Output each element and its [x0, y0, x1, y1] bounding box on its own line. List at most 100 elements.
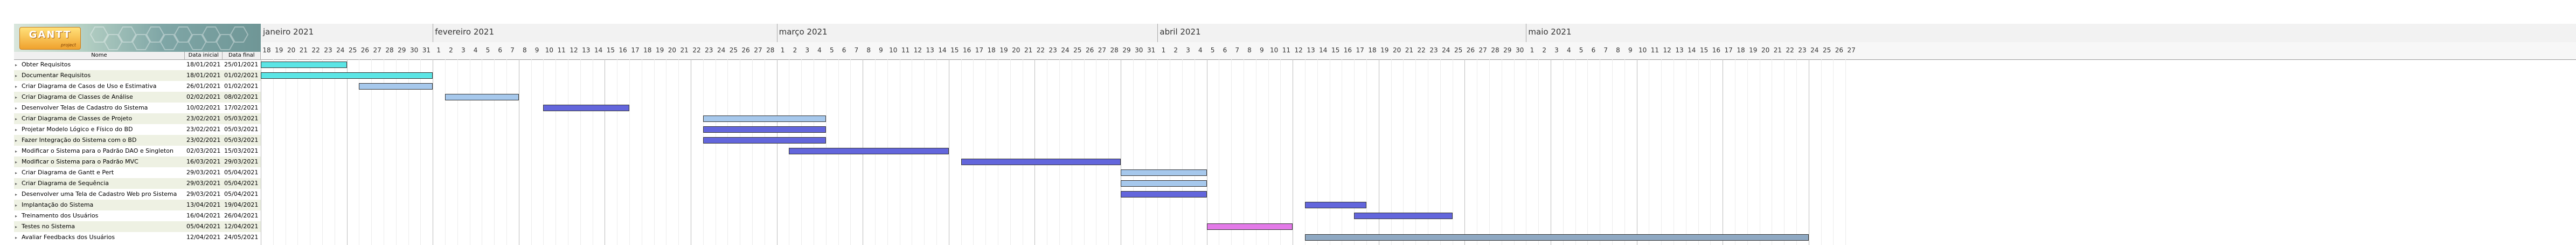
logo-subtitle: project — [61, 43, 76, 47]
task-end-date[interactable]: 12/04/2021 — [223, 221, 261, 232]
task-start-date[interactable]: 23/02/2021 — [185, 135, 223, 146]
task-end-date[interactable]: 01/02/2021 — [223, 70, 261, 81]
task-end-date[interactable]: 05/04/2021 — [223, 167, 261, 178]
task-bar[interactable] — [1305, 202, 1366, 208]
task-row[interactable]: ▸ Criar Diagrama de Classes de Projeto 23/… — [14, 113, 261, 124]
task-end-date[interactable]: 05/03/2021 — [223, 124, 261, 135]
task-row[interactable]: ▸ Treinamento dos Usuários 16/04/2021 26/04… — [14, 210, 261, 221]
task-name[interactable]: ▸ Obter Requisitos — [14, 59, 185, 70]
task-row[interactable]: ▸ Criar Diagrama de Classes de Análise 02/… — [14, 92, 261, 103]
task-name[interactable]: ▸ Criar Diagrama de Classes de Análise — [14, 92, 185, 103]
task-bar[interactable] — [261, 62, 347, 68]
task-start-date[interactable]: 12/04/2021 — [185, 232, 223, 243]
task-end-date[interactable]: 19/04/2021 — [223, 200, 261, 210]
task-name[interactable]: ▸ Projetar Modelo Lógico e Físico do BD — [14, 124, 185, 135]
task-row[interactable]: ▸ Criar Diagrama de Sequência 29/03/2021 05… — [14, 178, 261, 189]
day-label: 18 — [262, 46, 271, 54]
task-name[interactable]: ▸ Modificar o Sistema para o Padrão DAO e… — [14, 146, 185, 156]
day-label: 27 — [1847, 46, 1856, 54]
task-end-date[interactable]: 05/03/2021 — [223, 135, 261, 146]
task-row[interactable]: ▸ Fazer Integração do Sistema com o BD 23/… — [14, 135, 261, 146]
task-bar[interactable] — [1354, 213, 1453, 219]
task-start-date[interactable]: 10/02/2021 — [185, 103, 223, 113]
task-start-date[interactable]: 18/01/2021 — [185, 70, 223, 81]
task-name[interactable]: ▸ Implantação do Sistema — [14, 200, 185, 210]
task-end-date[interactable]: 05/03/2021 — [223, 113, 261, 124]
task-row[interactable]: ▸ Projetar Modelo Lógico e Físico do BD 23… — [14, 124, 261, 135]
task-bar[interactable] — [789, 148, 949, 154]
task-bar[interactable] — [1121, 169, 1207, 176]
task-name[interactable]: ▸ Criar Diagrama de Casos de Uso e Estima… — [14, 81, 185, 92]
task-name[interactable]: ▸ Testes no Sistema — [14, 221, 185, 232]
task-name[interactable]: ▸ Criar Diagrama de Sequência — [14, 178, 185, 189]
task-bullet-icon: ▸ — [15, 171, 18, 175]
day-label: 20 — [1012, 46, 1020, 54]
task-row[interactable]: ▸ Modificar o Sistema para o Padrão DAO e… — [14, 146, 261, 156]
task-end-date[interactable]: 08/02/2021 — [223, 92, 261, 103]
col-start-header[interactable]: Data inicial — [185, 52, 223, 59]
task-name[interactable]: ▸ Avaliar Feedbacks dos Usuários — [14, 232, 185, 243]
task-start-date[interactable]: 16/03/2021 — [185, 156, 223, 167]
task-start-date[interactable]: 29/03/2021 — [185, 178, 223, 189]
task-end-date[interactable]: 01/02/2021 — [223, 81, 261, 92]
task-end-date[interactable]: 29/03/2021 — [223, 156, 261, 167]
task-bar[interactable] — [961, 159, 1121, 165]
task-bar[interactable] — [445, 94, 519, 100]
task-end-date[interactable]: 24/05/2021 — [223, 232, 261, 243]
task-bar[interactable] — [703, 115, 826, 122]
task-name[interactable]: ▸ Treinamento dos Usuários — [14, 210, 185, 221]
task-end-date[interactable]: 26/04/2021 — [223, 210, 261, 221]
task-name[interactable]: ▸ Modificar o Sistema para o Padrão MVC — [14, 156, 185, 167]
task-start-date[interactable]: 23/02/2021 — [185, 113, 223, 124]
day-label: 21 — [1024, 46, 1033, 54]
task-end-date[interactable]: 17/02/2021 — [223, 103, 261, 113]
task-end-date[interactable]: 05/04/2021 — [223, 189, 261, 200]
task-bar[interactable] — [703, 126, 826, 133]
task-start-date[interactable]: 05/04/2021 — [185, 221, 223, 232]
task-row[interactable]: ▸ Desenvolver Telas de Cadastro do Sistem… — [14, 103, 261, 113]
task-bar[interactable] — [1121, 180, 1207, 187]
task-bar[interactable] — [1121, 191, 1207, 198]
task-bar[interactable] — [543, 105, 629, 111]
task-end-date[interactable]: 15/03/2021 — [223, 146, 261, 156]
task-bar[interactable] — [1305, 234, 1809, 241]
task-end-date[interactable]: 25/01/2021 — [223, 59, 261, 70]
task-bar[interactable] — [703, 137, 826, 144]
task-row[interactable]: ▸ Avaliar Feedbacks dos Usuários 12/04/202… — [14, 232, 261, 243]
task-name[interactable]: ▸ Desenvolver Telas de Cadastro do Sistem… — [14, 103, 185, 113]
task-bullet-icon: ▸ — [15, 127, 18, 132]
task-name-text: Implantação do Sistema — [22, 201, 94, 208]
day-label: 10 — [1638, 46, 1647, 54]
task-start-date[interactable]: 02/02/2021 — [185, 92, 223, 103]
task-name[interactable]: ▸ Criar Diagrama de Classes de Projeto — [14, 113, 185, 124]
task-start-date[interactable]: 18/01/2021 — [185, 59, 223, 70]
task-row[interactable]: ▸ Testes no Sistema 05/04/2021 12/04/2021 — [14, 221, 261, 232]
grid-line — [1796, 59, 1797, 245]
task-row[interactable]: ▸ Documentar Requisitos 18/01/2021 01/02/20… — [14, 70, 261, 81]
task-row[interactable]: ▸ Desenvolver uma Tela de Cadastro Web pr… — [14, 189, 261, 200]
task-bar[interactable] — [1206, 223, 1293, 230]
task-start-date[interactable]: 16/04/2021 — [185, 210, 223, 221]
day-label: 5 — [1210, 46, 1215, 54]
task-name[interactable]: ▸ Desenvolver uma Tela de Cadastro Web pr… — [14, 189, 185, 200]
task-row[interactable]: ▸ Implantação do Sistema 13/04/2021 19/04/2… — [14, 200, 261, 210]
task-name[interactable]: ▸ Criar Diagrama de Gantt e Pert — [14, 167, 185, 178]
task-start-date[interactable]: 29/03/2021 — [185, 167, 223, 178]
task-row[interactable]: ▸ Obter Requisitos 18/01/2021 25/01/2021 — [14, 59, 261, 70]
task-start-date[interactable]: 23/02/2021 — [185, 124, 223, 135]
task-end-date[interactable]: 05/04/2021 — [223, 178, 261, 189]
task-start-date[interactable]: 29/03/2021 — [185, 189, 223, 200]
task-row[interactable]: ▸ Criar Diagrama de Casos de Uso e Estima… — [14, 81, 261, 92]
task-start-date[interactable]: 26/01/2021 — [185, 81, 223, 92]
task-bar[interactable] — [261, 72, 433, 79]
task-start-date[interactable]: 13/04/2021 — [185, 200, 223, 210]
task-row[interactable]: ▸ Modificar o Sistema para o Padrão MVC 16… — [14, 156, 261, 167]
task-start-date[interactable]: 02/03/2021 — [185, 146, 223, 156]
grid-line — [1612, 59, 1613, 245]
task-row[interactable]: ▸ Criar Diagrama de Gantt e Pert 29/03/202… — [14, 167, 261, 178]
col-name-header[interactable]: Nome — [14, 52, 185, 59]
col-end-header[interactable]: Data final — [223, 52, 261, 59]
task-bar[interactable] — [359, 83, 433, 90]
task-name[interactable]: ▸ Documentar Requisitos — [14, 70, 185, 81]
task-name[interactable]: ▸ Fazer Integração do Sistema com o BD — [14, 135, 185, 146]
